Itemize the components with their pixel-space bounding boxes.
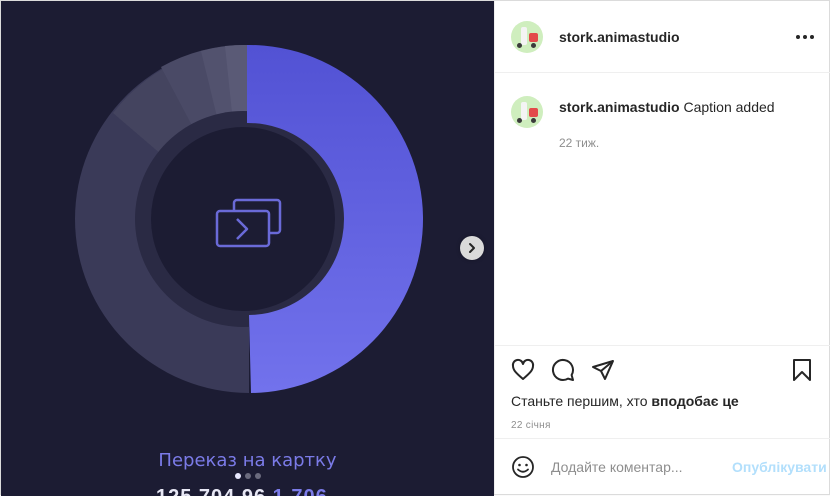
avatar[interactable] bbox=[511, 20, 543, 53]
slide-caption: Переказ на картку bbox=[158, 450, 337, 471]
bookmark-icon[interactable] bbox=[790, 358, 814, 382]
chevron-right-icon bbox=[469, 243, 475, 253]
carousel-dot bbox=[234, 473, 241, 479]
next-slide-button[interactable] bbox=[460, 236, 484, 260]
action-bar bbox=[511, 346, 814, 394]
comments-area: stork.animastudio Caption added 22 тиж. bbox=[495, 74, 830, 344]
publish-button[interactable]: Опублікувати bbox=[732, 459, 827, 475]
like-link[interactable]: вподобає це bbox=[651, 393, 738, 409]
comment-text: Caption added bbox=[683, 99, 775, 115]
carousel-dot bbox=[254, 473, 261, 479]
header-username[interactable]: stork.animastudio bbox=[559, 29, 680, 45]
comment-icon[interactable] bbox=[551, 358, 575, 382]
post-date[interactable]: 22 січня bbox=[511, 420, 814, 431]
carousel-dots bbox=[1, 473, 494, 479]
post-sidebar: stork.animastudio stork.animastudio Capt… bbox=[494, 1, 830, 494]
likes-text: Станьте першим, хто вподобає це bbox=[511, 393, 739, 409]
comment-username[interactable]: stork.animastudio bbox=[559, 99, 680, 115]
comment-input[interactable] bbox=[551, 458, 732, 475]
paper-plane-icon[interactable] bbox=[591, 358, 615, 382]
emoji-icon[interactable] bbox=[511, 455, 535, 479]
post-header: stork.animastudio bbox=[495, 1, 830, 73]
avatar[interactable] bbox=[511, 96, 543, 128]
caption-comment: stork.animastudio Caption added 22 тиж. bbox=[511, 96, 814, 152]
comment-time[interactable]: 22 тиж. bbox=[559, 134, 775, 152]
post-actions-section: Станьте першим, хто вподобає це 22 січня bbox=[495, 345, 830, 431]
add-comment-bar: Опублікувати bbox=[495, 438, 830, 494]
instagram-post: Переказ на картку 125 704,96 1 706 stork… bbox=[0, 0, 830, 496]
more-options-icon[interactable] bbox=[796, 34, 814, 39]
donut-graphic bbox=[75, 44, 424, 394]
heart-icon[interactable] bbox=[511, 358, 535, 382]
post-media[interactable]: Переказ на картку 125 704,96 1 706 bbox=[1, 1, 494, 496]
carousel-dot bbox=[244, 473, 251, 479]
